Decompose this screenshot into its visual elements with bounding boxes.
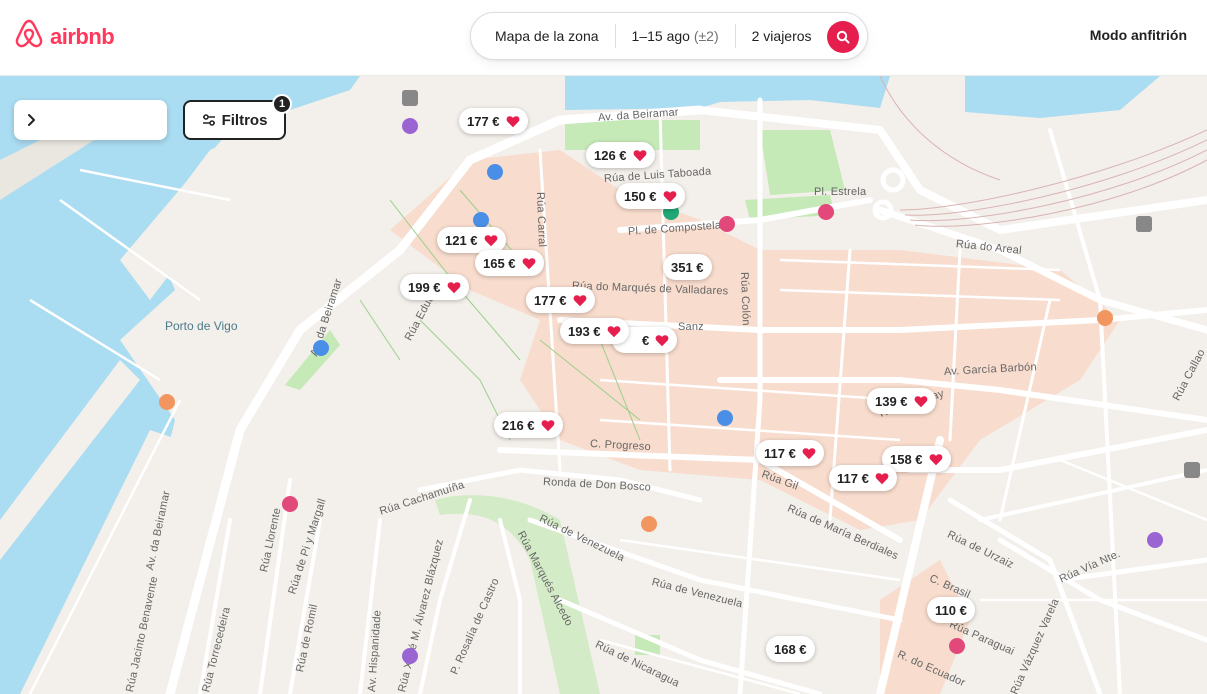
heart-icon bbox=[929, 453, 943, 466]
heart-icon bbox=[633, 149, 647, 162]
museum-icon[interactable] bbox=[313, 340, 329, 356]
price-pin[interactable]: 139 € bbox=[867, 388, 936, 414]
restaurant-icon[interactable] bbox=[159, 394, 175, 410]
price-pin[interactable]: 110 € bbox=[927, 597, 975, 623]
bar-icon[interactable] bbox=[719, 216, 735, 232]
price-pin-label: 158 € bbox=[890, 451, 923, 467]
shopping-icon[interactable] bbox=[1147, 532, 1163, 548]
price-pin[interactable]: 117 € bbox=[756, 440, 824, 466]
price-pin[interactable]: 150 € bbox=[616, 183, 685, 209]
search-dates-value: 1–15 ago bbox=[631, 28, 690, 44]
museum-icon[interactable] bbox=[473, 212, 489, 228]
price-pin[interactable]: 216 € bbox=[494, 412, 563, 438]
price-pin[interactable]: 351 € bbox=[663, 254, 712, 280]
museum-icon[interactable] bbox=[487, 164, 503, 180]
filters-button[interactable]: Filtros 1 bbox=[183, 94, 292, 140]
price-pin-label: 168 € bbox=[774, 641, 807, 657]
street-label: Rúa Colón bbox=[738, 271, 752, 326]
map-canvas[interactable]: Porto de Vigo Av. da Beiramar Rúa de Lui… bbox=[0, 76, 1207, 694]
heart-icon bbox=[655, 334, 669, 347]
restaurant-icon[interactable] bbox=[641, 516, 657, 532]
price-pin-label: 117 € bbox=[764, 445, 796, 461]
search-icon bbox=[836, 30, 850, 44]
shopping-icon[interactable] bbox=[402, 118, 418, 134]
host-mode-link[interactable]: Modo anfitrión bbox=[1090, 27, 1187, 43]
price-pin-label: 351 € bbox=[671, 259, 704, 275]
price-pin-label: € bbox=[642, 332, 650, 348]
shopping-icon[interactable] bbox=[402, 648, 418, 664]
heart-icon bbox=[541, 419, 555, 432]
museum-icon[interactable] bbox=[717, 410, 733, 426]
chevron-right-icon bbox=[28, 114, 35, 126]
heart-icon bbox=[875, 472, 889, 485]
map-base-layer bbox=[0, 76, 1207, 694]
heart-icon bbox=[573, 294, 587, 307]
bar-icon[interactable] bbox=[818, 204, 834, 220]
filters-icon bbox=[202, 114, 215, 126]
search-bar[interactable]: Mapa de la zona 1–15 ago (±2) 2 viajeros bbox=[470, 12, 868, 60]
heart-icon bbox=[914, 395, 928, 408]
water-label: Porto de Vigo bbox=[165, 319, 238, 333]
heart-icon bbox=[484, 234, 498, 247]
price-pin-label: 139 € bbox=[875, 393, 908, 409]
price-pin-label: 121 € bbox=[445, 232, 478, 248]
search-dates[interactable]: 1–15 ago (±2) bbox=[616, 24, 735, 48]
price-pin-label: 199 € bbox=[408, 279, 441, 295]
price-pin-label: 193 € bbox=[568, 323, 601, 339]
heart-icon bbox=[802, 447, 816, 460]
restaurant-icon[interactable] bbox=[1097, 310, 1113, 326]
bar-icon[interactable] bbox=[949, 638, 965, 654]
filters-label: Filtros bbox=[221, 111, 268, 129]
heart-icon bbox=[522, 257, 536, 270]
price-pin-label: 117 € bbox=[837, 470, 869, 486]
filters-count-badge: 1 bbox=[272, 94, 292, 114]
street-label: Rúa Carral bbox=[534, 191, 548, 248]
expand-list-button[interactable] bbox=[14, 100, 167, 140]
street-label: Sanz bbox=[678, 321, 704, 333]
price-pin[interactable]: 168 € bbox=[766, 636, 815, 662]
price-pin-label: 150 € bbox=[624, 188, 657, 204]
train-station-icon[interactable] bbox=[1136, 216, 1152, 232]
heart-icon bbox=[506, 115, 520, 128]
price-pin-label: 126 € bbox=[594, 147, 627, 163]
price-pin[interactable]: 177 € bbox=[459, 108, 528, 134]
search-dates-flex: (±2) bbox=[693, 28, 719, 44]
bus-stop-icon[interactable] bbox=[402, 90, 418, 106]
price-pin-label: 110 € bbox=[935, 602, 967, 618]
search-location[interactable]: Mapa de la zona bbox=[471, 24, 615, 48]
airbnb-logo[interactable]: airbnb bbox=[14, 18, 115, 55]
price-pin[interactable]: 177 € bbox=[526, 287, 595, 313]
heart-icon bbox=[663, 190, 677, 203]
price-pin[interactable]: 165 € bbox=[475, 250, 544, 276]
airbnb-belo-icon bbox=[14, 18, 44, 55]
search-guests[interactable]: 2 viajeros bbox=[736, 24, 828, 48]
bar-icon[interactable] bbox=[282, 496, 298, 512]
price-pin-label: 177 € bbox=[467, 113, 500, 129]
price-pin[interactable]: 117 € bbox=[829, 465, 897, 491]
brand-wordmark: airbnb bbox=[50, 23, 115, 49]
street-label: Pl. Estrela bbox=[814, 186, 867, 198]
train-station-icon[interactable] bbox=[1184, 462, 1200, 478]
price-pin-label: 177 € bbox=[534, 292, 567, 308]
price-pin-label: 165 € bbox=[483, 255, 516, 271]
heart-icon bbox=[447, 281, 461, 294]
price-pin[interactable]: 199 € bbox=[400, 274, 469, 300]
price-pin[interactable]: 193 € bbox=[560, 318, 629, 344]
search-button[interactable] bbox=[827, 21, 859, 53]
heart-icon bbox=[607, 325, 621, 338]
top-header: airbnb Mapa de la zona 1–15 ago (±2) 2 v… bbox=[0, 0, 1207, 76]
price-pin-label: 216 € bbox=[502, 417, 535, 433]
price-pin[interactable]: 126 € bbox=[586, 142, 655, 168]
